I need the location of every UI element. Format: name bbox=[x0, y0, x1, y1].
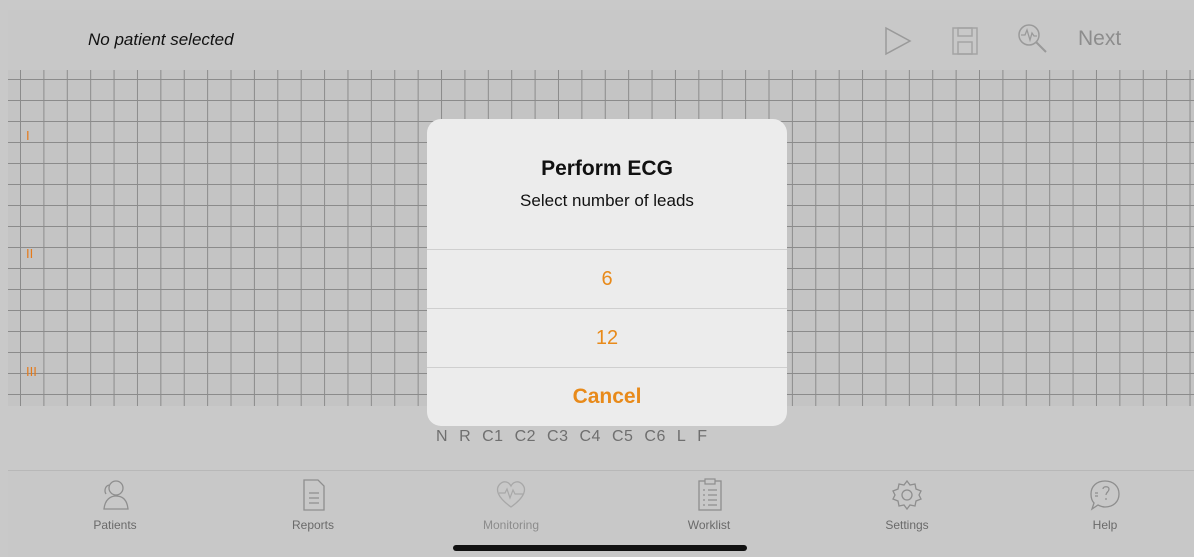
home-indicator bbox=[453, 545, 747, 551]
help-icon bbox=[1045, 477, 1165, 513]
lead-label-i: I bbox=[26, 128, 30, 143]
play-icon[interactable] bbox=[880, 24, 914, 63]
electrode-c2: C2 bbox=[514, 428, 537, 445]
tab-help-label: Help bbox=[1092, 518, 1118, 532]
search-ecg-icon[interactable] bbox=[1014, 20, 1054, 63]
tab-help[interactable]: Help bbox=[1045, 477, 1165, 532]
worklist-icon bbox=[649, 477, 769, 513]
settings-icon bbox=[847, 477, 967, 513]
twelve-leads-button[interactable]: 12 bbox=[427, 308, 787, 367]
tab-reports-label: Reports bbox=[291, 518, 335, 532]
tab-bar: Patients Reports Monitoring Worklist Set… bbox=[8, 470, 1194, 557]
electrode-c5: C5 bbox=[611, 428, 634, 445]
electrode-c3: C3 bbox=[547, 428, 569, 445]
electrode-l: L bbox=[676, 428, 687, 445]
reports-icon bbox=[253, 477, 373, 513]
electrode-c6: C6 bbox=[644, 428, 666, 445]
lead-label-ii: II bbox=[26, 246, 34, 261]
electrode-c4: C4 bbox=[579, 428, 601, 445]
tab-worklist-label: Worklist bbox=[687, 518, 731, 532]
lead-label-iii: III bbox=[26, 364, 37, 379]
tab-settings[interactable]: Settings bbox=[847, 477, 967, 532]
tab-monitoring-label: Monitoring bbox=[482, 518, 540, 532]
perform-ecg-dialog: Perform ECG Select number of leads 6 12 … bbox=[427, 119, 787, 426]
top-navigation-bar: No patient selected Next bbox=[8, 10, 1194, 70]
patient-status-label[interactable]: No patient selected bbox=[88, 30, 234, 50]
cancel-button[interactable]: Cancel bbox=[427, 367, 787, 426]
dialog-header: Perform ECG Select number of leads bbox=[427, 119, 787, 249]
electrode-f: F bbox=[697, 428, 708, 445]
tab-patients[interactable]: Patients bbox=[55, 477, 175, 532]
save-icon[interactable] bbox=[948, 24, 982, 63]
six-leads-button[interactable]: 6 bbox=[427, 249, 787, 308]
tab-reports[interactable]: Reports bbox=[253, 477, 373, 532]
dialog-title: Perform ECG bbox=[541, 157, 673, 180]
next-button[interactable]: Next bbox=[1078, 27, 1121, 51]
monitoring-icon bbox=[451, 477, 571, 513]
electrode-n: N bbox=[436, 428, 449, 445]
app-screen: No patient selected Next I II III N R C1… bbox=[0, 0, 1194, 557]
patients-icon bbox=[55, 477, 175, 513]
electrode-c1: C1 bbox=[482, 428, 504, 445]
electrode-status-row: N R C1 C2 C3 C4 C5 C6 L F bbox=[436, 428, 776, 446]
electrode-r: R bbox=[459, 428, 472, 445]
dialog-message: Select number of leads bbox=[520, 191, 694, 210]
tab-patients-label: Patients bbox=[93, 518, 137, 532]
tab-worklist[interactable]: Worklist bbox=[649, 477, 769, 532]
tab-monitoring[interactable]: Monitoring bbox=[451, 477, 571, 532]
tab-settings-label: Settings bbox=[885, 518, 929, 532]
